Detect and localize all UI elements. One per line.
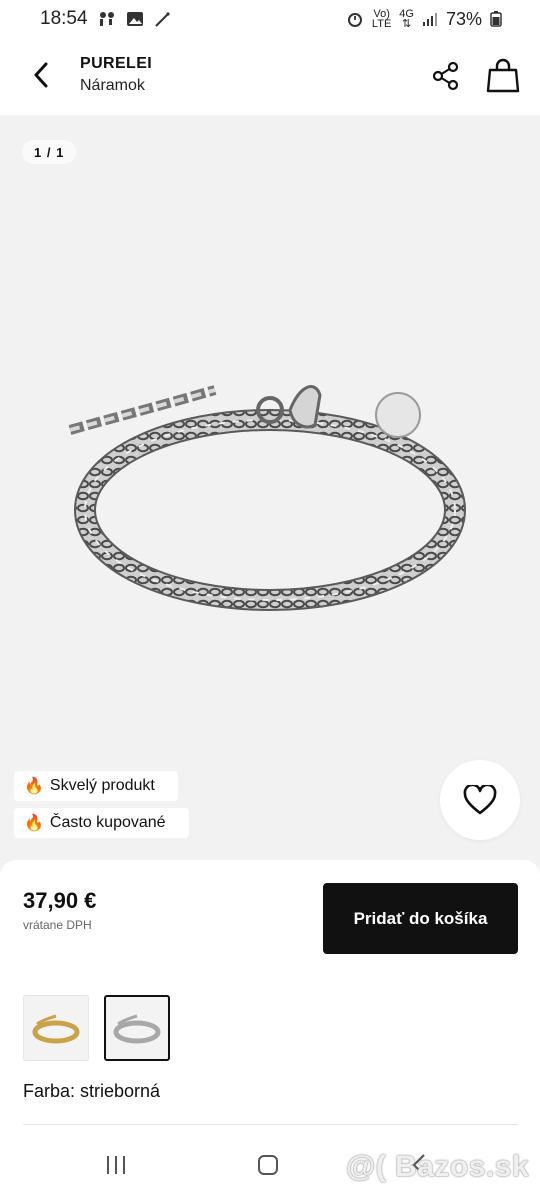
selected-color: Farba: strieborná xyxy=(23,1081,161,1101)
badge-label: Často kupované xyxy=(49,814,166,831)
badge-often-bought: 🔥 Často kupované xyxy=(14,808,189,838)
shopping-bag-icon xyxy=(486,58,520,93)
home-icon[interactable] xyxy=(257,1154,279,1176)
status-left: 18:54 xyxy=(40,8,172,30)
status-time: 18:54 xyxy=(40,8,88,29)
badge-label: Skvelý produkt xyxy=(49,777,155,794)
fire-icon: 🔥 xyxy=(24,815,44,832)
alarm-icon xyxy=(347,13,362,27)
add-to-cart-button[interactable]: Pridať do košíka xyxy=(323,883,518,954)
chevron-left-icon xyxy=(34,62,48,88)
watermark: @( Bazos.sk xyxy=(346,1150,530,1183)
signal-icon xyxy=(422,13,437,26)
network-indicator: 4G ⇅ xyxy=(399,9,414,30)
brand-name: PURELEI xyxy=(80,55,153,72)
magic-wand-icon xyxy=(154,12,170,27)
back-button[interactable] xyxy=(26,58,56,92)
variant-silver[interactable] xyxy=(104,995,170,1061)
image-counter: 1 / 1 xyxy=(22,140,77,164)
lte-label: LTE xyxy=(371,18,392,30)
divider xyxy=(23,1124,518,1125)
app-header: PURELEI Náramok xyxy=(0,38,540,115)
variant-gold[interactable] xyxy=(23,995,89,1061)
share-icon xyxy=(432,61,459,91)
product-price: 37,90 € xyxy=(23,888,97,913)
gallery-icon xyxy=(126,12,143,26)
heart-icon xyxy=(463,785,497,815)
vat-note: vrátane DPH xyxy=(23,918,92,932)
favorite-button[interactable] xyxy=(440,760,520,840)
cart-button[interactable] xyxy=(485,56,521,94)
share-button[interactable] xyxy=(430,60,462,92)
fire-icon: 🔥 xyxy=(24,778,44,795)
battery-percent: 73% xyxy=(445,8,482,29)
recents-icon[interactable] xyxy=(104,1154,128,1176)
product-category: Náramok xyxy=(80,77,145,94)
notification-icon xyxy=(99,12,114,26)
volte-indicator: Vo) LTE xyxy=(371,9,392,30)
data-arrows-icon: ⇅ xyxy=(402,18,412,30)
product-image-bracelet[interactable] xyxy=(65,370,475,620)
battery-icon xyxy=(490,11,502,27)
status-right: Vo) LTE 4G ⇅ 73% xyxy=(346,9,502,30)
silver-bracelet-thumbnail xyxy=(113,1014,161,1044)
status-bar: 18:54 Vo) LTE 4G ⇅ 73% xyxy=(0,0,540,38)
badge-great-product: 🔥 Skvelý produkt xyxy=(14,771,178,801)
gold-bracelet-thumbnail xyxy=(32,1014,80,1044)
